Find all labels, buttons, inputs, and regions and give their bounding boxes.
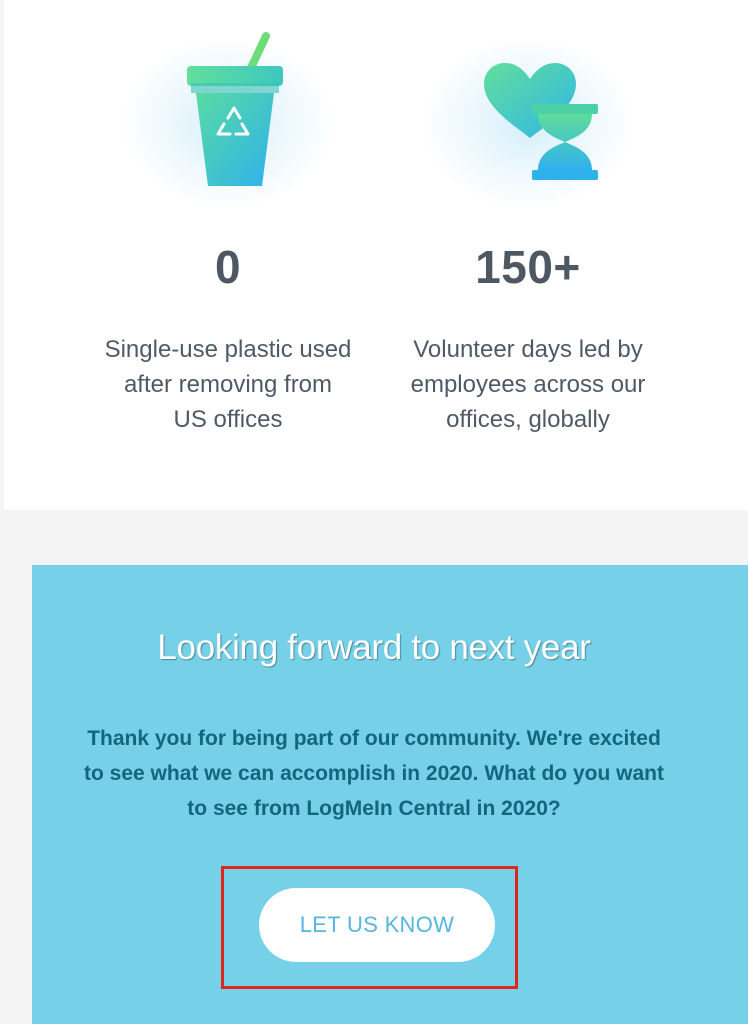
stat-value: 150+ <box>475 241 581 293</box>
stat-description: Single-use plastic used after removing f… <box>68 332 388 437</box>
stat-description: Volunteer days led by employees across o… <box>368 332 688 437</box>
stat-desc-line: Single-use plastic used <box>104 336 352 363</box>
stat-plastic: 0 Single-use plastic used after removing… <box>68 0 388 433</box>
cta-body-line: to see what we can accomplish in 2020. W… <box>84 762 664 785</box>
cta-body: Thank you for being part of our communit… <box>60 721 688 826</box>
cta-title: Looking forward to next year <box>157 628 591 667</box>
stat-desc-line: employees across our <box>410 371 646 398</box>
stats-card: 0 Single-use plastic used after removing… <box>4 0 748 510</box>
stat-desc-line: Volunteer days led by <box>413 336 643 363</box>
stat-desc-line: after removing from <box>123 371 333 398</box>
stat-desc-line: US offices <box>173 406 283 433</box>
cta-body-line: to see from LogMeIn Central in 2020? <box>187 797 561 820</box>
stat-volunteer: 150+ Volunteer days led by employees acr… <box>368 0 688 433</box>
cta-body-line: Thank you for being part of our communit… <box>87 727 661 750</box>
stat-desc-line: offices, globally <box>446 406 610 433</box>
heart-hourglass-icon <box>368 0 688 210</box>
let-us-know-button[interactable]: LET US KNOW <box>259 888 495 962</box>
recycle-cup-icon <box>68 0 388 210</box>
stat-value: 0 <box>214 241 242 293</box>
